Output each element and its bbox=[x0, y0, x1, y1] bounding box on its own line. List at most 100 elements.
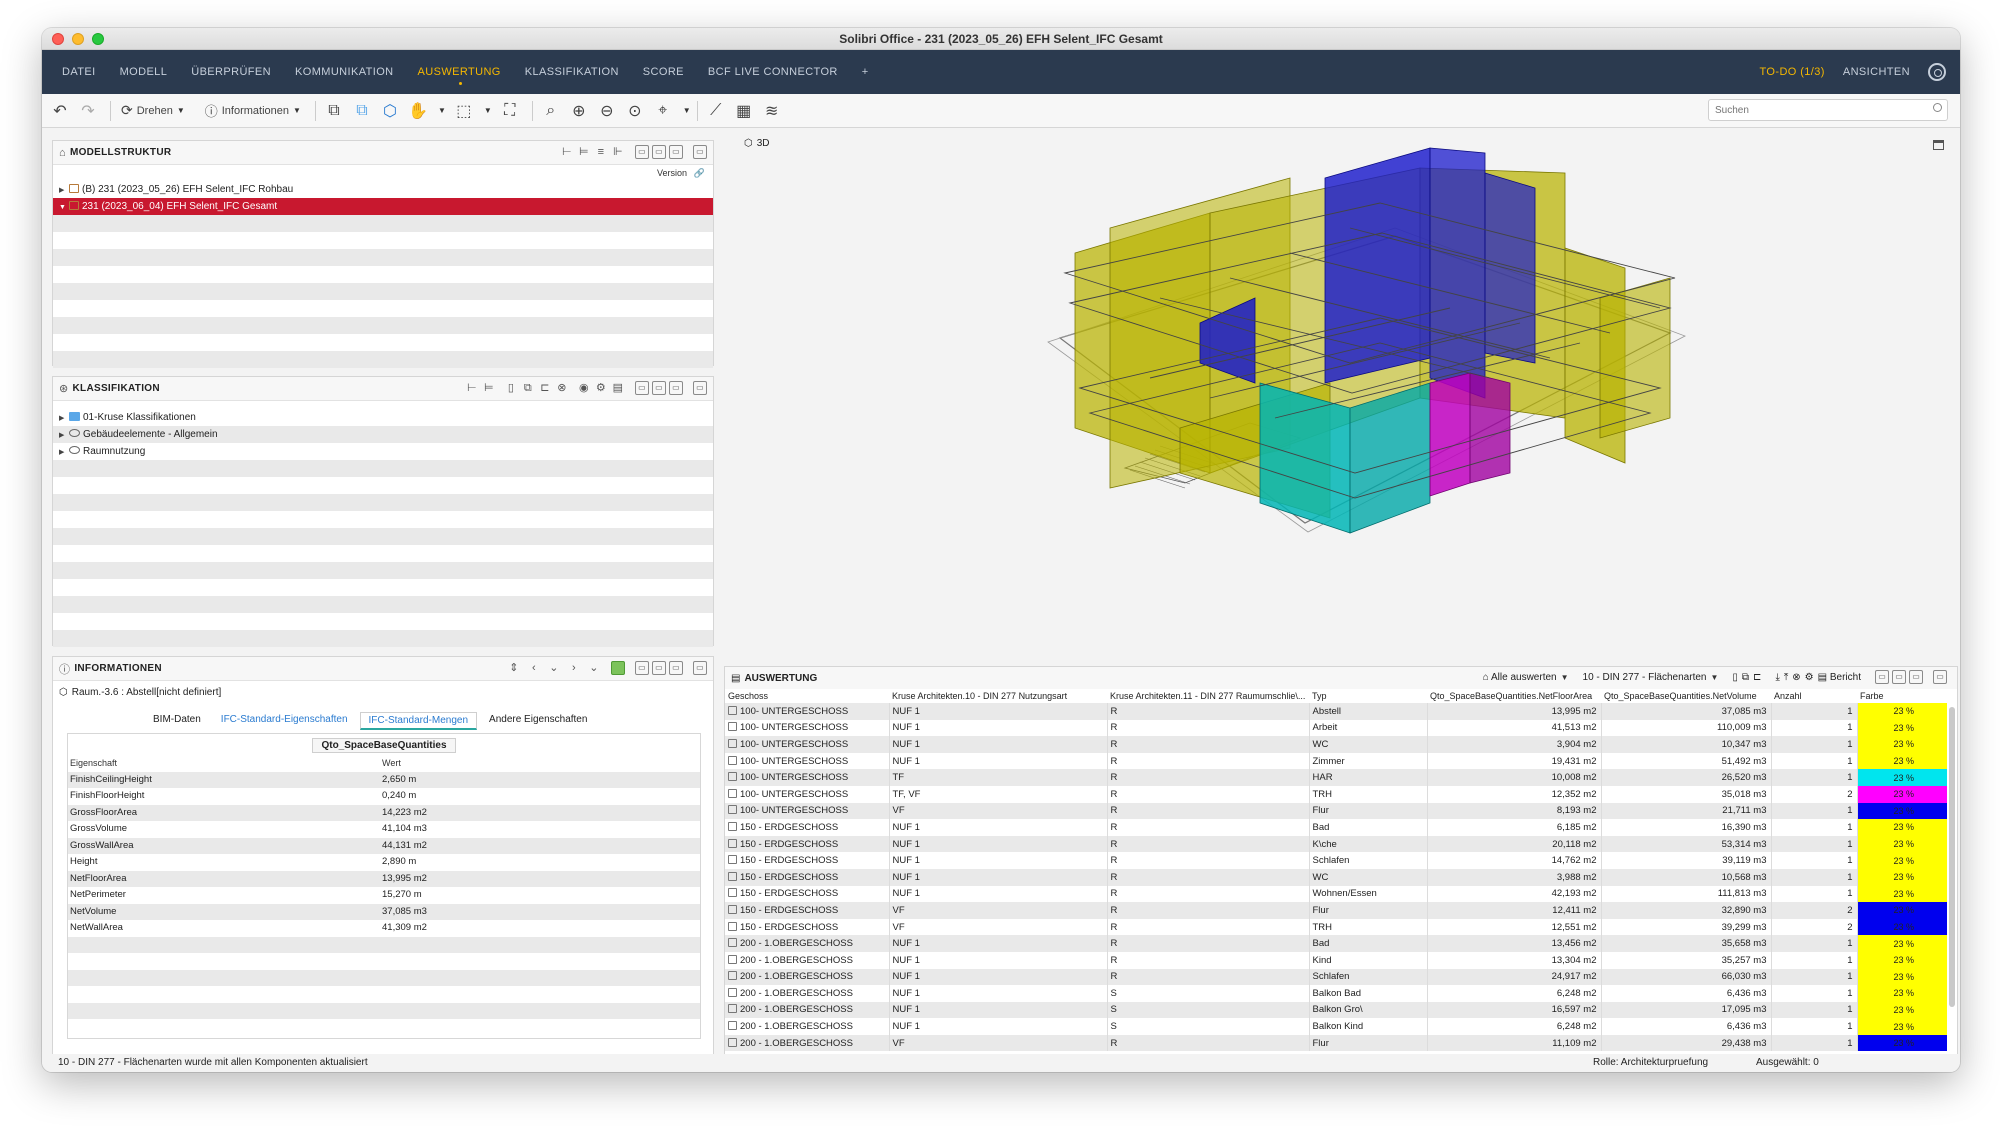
sync-selection-icon[interactable] bbox=[611, 661, 625, 675]
menu-item-8[interactable]: + bbox=[850, 50, 881, 94]
print-panel-icon[interactable]: ▭ bbox=[669, 145, 683, 159]
import-icon[interactable]: ⤒ bbox=[1784, 672, 1788, 683]
zoom-fit-icon[interactable]: ⌕ bbox=[539, 99, 563, 123]
alle-auswerten-dropdown[interactable]: ⌂ Alle auswerten ▼ bbox=[1483, 672, 1569, 683]
quantity-set-title[interactable]: Qto_SpaceBaseQuantities bbox=[312, 738, 456, 753]
table-row[interactable]: 200 - 1.OBERGESCHOSS NUF 1 R Kind 13,304 m2 3… bbox=[725, 951, 1947, 969]
version-column-header[interactable]: Version bbox=[657, 168, 687, 178]
user-settings-icon[interactable] bbox=[1928, 63, 1946, 81]
open-folder-icon[interactable]: ⊏ bbox=[538, 381, 552, 395]
3d-view[interactable]: ⬡ 3D bbox=[730, 128, 1958, 648]
remove-icon[interactable]: ⊗ bbox=[555, 381, 569, 395]
link-icon[interactable]: 🔗 bbox=[694, 168, 705, 179]
table-row[interactable]: 100- UNTERGESCHOSS NUF 1 R Abstell 13,995 m2… bbox=[725, 703, 1947, 720]
menu-item-6[interactable]: SCORE bbox=[631, 50, 696, 94]
column-header[interactable]: Qto_SpaceBaseQuantities.NetVolume bbox=[1601, 689, 1771, 703]
tree-view-icon[interactable]: ⊢ bbox=[465, 381, 479, 395]
table-row[interactable]: 200 - 1.OBERGESCHOSS NUF 1 S Balkon Gro\ 16,… bbox=[725, 1001, 1947, 1019]
open-folder-icon[interactable]: ⊏ bbox=[1753, 672, 1761, 683]
hidden-cubes-icon[interactable]: ⧉ bbox=[350, 99, 374, 123]
menu-item-4[interactable]: AUSWERTUNG bbox=[406, 50, 513, 94]
column-header[interactable]: Anzahl bbox=[1771, 689, 1857, 703]
todo-link[interactable]: TO-DO (1/3) bbox=[1760, 66, 1825, 78]
table-row[interactable]: 100- UNTERGESCHOSS NUF 1 R Zimmer 19,431 m2 5… bbox=[725, 752, 1947, 770]
table-row[interactable]: 150 - ERDGESCHOSS VF R Flur 12,411 m2 32,890 … bbox=[725, 902, 1947, 919]
save-panel-icon[interactable]: ▭ bbox=[1892, 670, 1906, 684]
maximize-panel-icon[interactable]: ▭ bbox=[1933, 670, 1947, 684]
zoom-selection-icon[interactable]: ⊙ bbox=[623, 99, 647, 123]
property-row[interactable]: FinishFloorHeight 0,240 m bbox=[68, 788, 700, 805]
report-icon[interactable]: ▤ bbox=[611, 381, 625, 395]
chevron-down-icon[interactable]: ⌄ bbox=[587, 661, 601, 675]
search-icon[interactable] bbox=[1933, 103, 1942, 112]
column-header[interactable]: Geschoss bbox=[725, 689, 889, 703]
chevron-right-icon[interactable]: ▶ bbox=[59, 182, 69, 198]
maximize-panel-icon[interactable]: ▭ bbox=[693, 145, 707, 159]
info-dropdown[interactable]: ⓘ Informationen ▼ bbox=[201, 99, 305, 123]
classification-item[interactable]: ▶ Gebäudeelemente - Allgemein bbox=[53, 426, 713, 443]
preset-dropdown[interactable]: 10 - DIN 277 - Flächenarten ▼ bbox=[1583, 672, 1719, 683]
column-header[interactable]: Kruse Architekten.11 - DIN 277 Raumumsch… bbox=[1107, 689, 1309, 703]
info-tab-1[interactable]: IFC-Standard-Eigenschaften bbox=[213, 712, 356, 730]
sort-icon[interactable]: ⇕ bbox=[507, 661, 521, 675]
table-row[interactable]: 150 - ERDGESCHOSS NUF 1 R Wohnen/Essen 42,19… bbox=[725, 885, 1947, 903]
lock-panel-icon[interactable]: ▭ bbox=[635, 661, 649, 675]
maximize-panel-icon[interactable]: ▭ bbox=[693, 661, 707, 675]
lock-panel-icon[interactable]: ▭ bbox=[635, 145, 649, 159]
table-scrollbar[interactable] bbox=[1949, 707, 1955, 1007]
remove-icon[interactable]: ⊗ bbox=[1792, 672, 1800, 683]
print-panel-icon[interactable]: ▭ bbox=[1909, 670, 1923, 684]
chevron-down-icon[interactable]: ▼ bbox=[484, 106, 492, 115]
hierarchy-icon[interactable]: ⊨ bbox=[577, 145, 591, 159]
save-panel-icon[interactable]: ▭ bbox=[652, 661, 666, 675]
save-panel-icon[interactable]: ▭ bbox=[652, 381, 666, 395]
table-row[interactable]: 100- UNTERGESCHOSS NUF 1 R Arbeit 41,513 m2 1… bbox=[725, 719, 1947, 737]
table-row[interactable]: 100- UNTERGESCHOSS NUF 1 R WC 3,904 m2 10,347… bbox=[725, 736, 1947, 753]
property-row[interactable]: NetWallArea 41,309 m2 bbox=[68, 920, 700, 937]
chevron-right-icon[interactable]: ▶ bbox=[59, 427, 69, 443]
next-icon[interactable]: › bbox=[567, 661, 581, 675]
undo-icon[interactable]: ↶ bbox=[48, 99, 72, 123]
table-row[interactable]: 150 - ERDGESCHOSS VF R TRH 12,551 m2 39,299 m… bbox=[725, 918, 1947, 936]
space-volume-magenta[interactable] bbox=[1469, 372, 1511, 484]
copy-icon[interactable]: ⧉ bbox=[1742, 672, 1749, 683]
table-row[interactable]: 100- UNTERGESCHOSS TF, VF R TRH 12,352 m2 35,… bbox=[725, 785, 1947, 803]
redo-icon[interactable]: ↷ bbox=[76, 99, 100, 123]
table-row[interactable]: 150 - ERDGESCHOSS NUF 1 R Bad 6,185 m2 16,390… bbox=[725, 819, 1947, 836]
property-row[interactable]: NetFloorArea 13,995 m2 bbox=[68, 870, 700, 887]
property-row[interactable]: FinishCeilingHeight 2,650 m bbox=[68, 771, 700, 788]
new-classification-icon[interactable]: ▯ bbox=[504, 381, 518, 395]
chevron-right-icon[interactable]: ▶ bbox=[59, 410, 69, 426]
table-row[interactable]: 100- UNTERGESCHOSS VF R Flur 8,193 m2 21,711 … bbox=[725, 802, 1947, 820]
info-tab-2[interactable]: IFC-Standard-Mengen bbox=[359, 712, 478, 730]
layers-icon[interactable]: ≋ bbox=[760, 99, 784, 123]
lock-panel-icon[interactable]: ▭ bbox=[1875, 670, 1889, 684]
model-tree-item[interactable]: ▼ 231 (2023_06_04) EFH Selent_IFC Gesamt bbox=[53, 198, 713, 215]
ansichten-menu[interactable]: ANSICHTEN bbox=[1843, 66, 1910, 78]
section-box-icon[interactable]: ⛶ bbox=[498, 99, 522, 123]
property-row[interactable]: GrossVolume 41,104 m3 bbox=[68, 821, 700, 838]
export-icon[interactable]: ⤓ bbox=[1775, 672, 1779, 683]
hand-icon[interactable]: ✋ bbox=[406, 99, 430, 123]
menu-item-5[interactable]: KLASSIFIKATION bbox=[513, 50, 631, 94]
tree-view-icon[interactable]: ⊢ bbox=[560, 145, 574, 159]
print-panel-icon[interactable]: ▭ bbox=[669, 661, 683, 675]
zoom-in-icon[interactable]: ⊕ bbox=[567, 99, 591, 123]
chevron-down-icon[interactable]: ▼ bbox=[59, 199, 69, 215]
property-row[interactable]: GrossWallArea 44,131 m2 bbox=[68, 837, 700, 854]
table-row[interactable]: 150 - ERDGESCHOSS NUF 1 R K\che 20,118 m2 53,… bbox=[725, 835, 1947, 853]
column-header[interactable]: Qto_SpaceBaseQuantities.NetFloorArea bbox=[1427, 689, 1601, 703]
search-input[interactable] bbox=[1708, 99, 1948, 121]
table-row[interactable]: 200 - 1.OBERGESCHOSS VF R Flur 11,109 m2 29,4… bbox=[725, 1034, 1947, 1052]
model-cubes-icon[interactable]: ⧉ bbox=[322, 99, 346, 123]
visibility-icon[interactable]: ◉ bbox=[577, 381, 591, 395]
copy-icon[interactable]: ⧉ bbox=[521, 381, 535, 395]
menu-item-2[interactable]: ÜBERPRÜFEN bbox=[179, 50, 283, 94]
layers-tree-icon[interactable]: ≡ bbox=[594, 145, 608, 159]
menu-item-7[interactable]: BCF LIVE CONNECTOR bbox=[696, 50, 850, 94]
table-row[interactable]: 200 - 1.OBERGESCHOSS NUF 1 R Schlafen 24,917… bbox=[725, 968, 1947, 986]
property-row[interactable]: NetPerimeter 15,270 m bbox=[68, 887, 700, 904]
filter-tree-icon[interactable]: ⊩ bbox=[611, 145, 625, 159]
space-volume-blue[interactable] bbox=[1429, 147, 1486, 399]
table-row[interactable]: 200 - 1.OBERGESCHOSS NUF 1 S Balkon Kind 6,2… bbox=[725, 1018, 1947, 1035]
